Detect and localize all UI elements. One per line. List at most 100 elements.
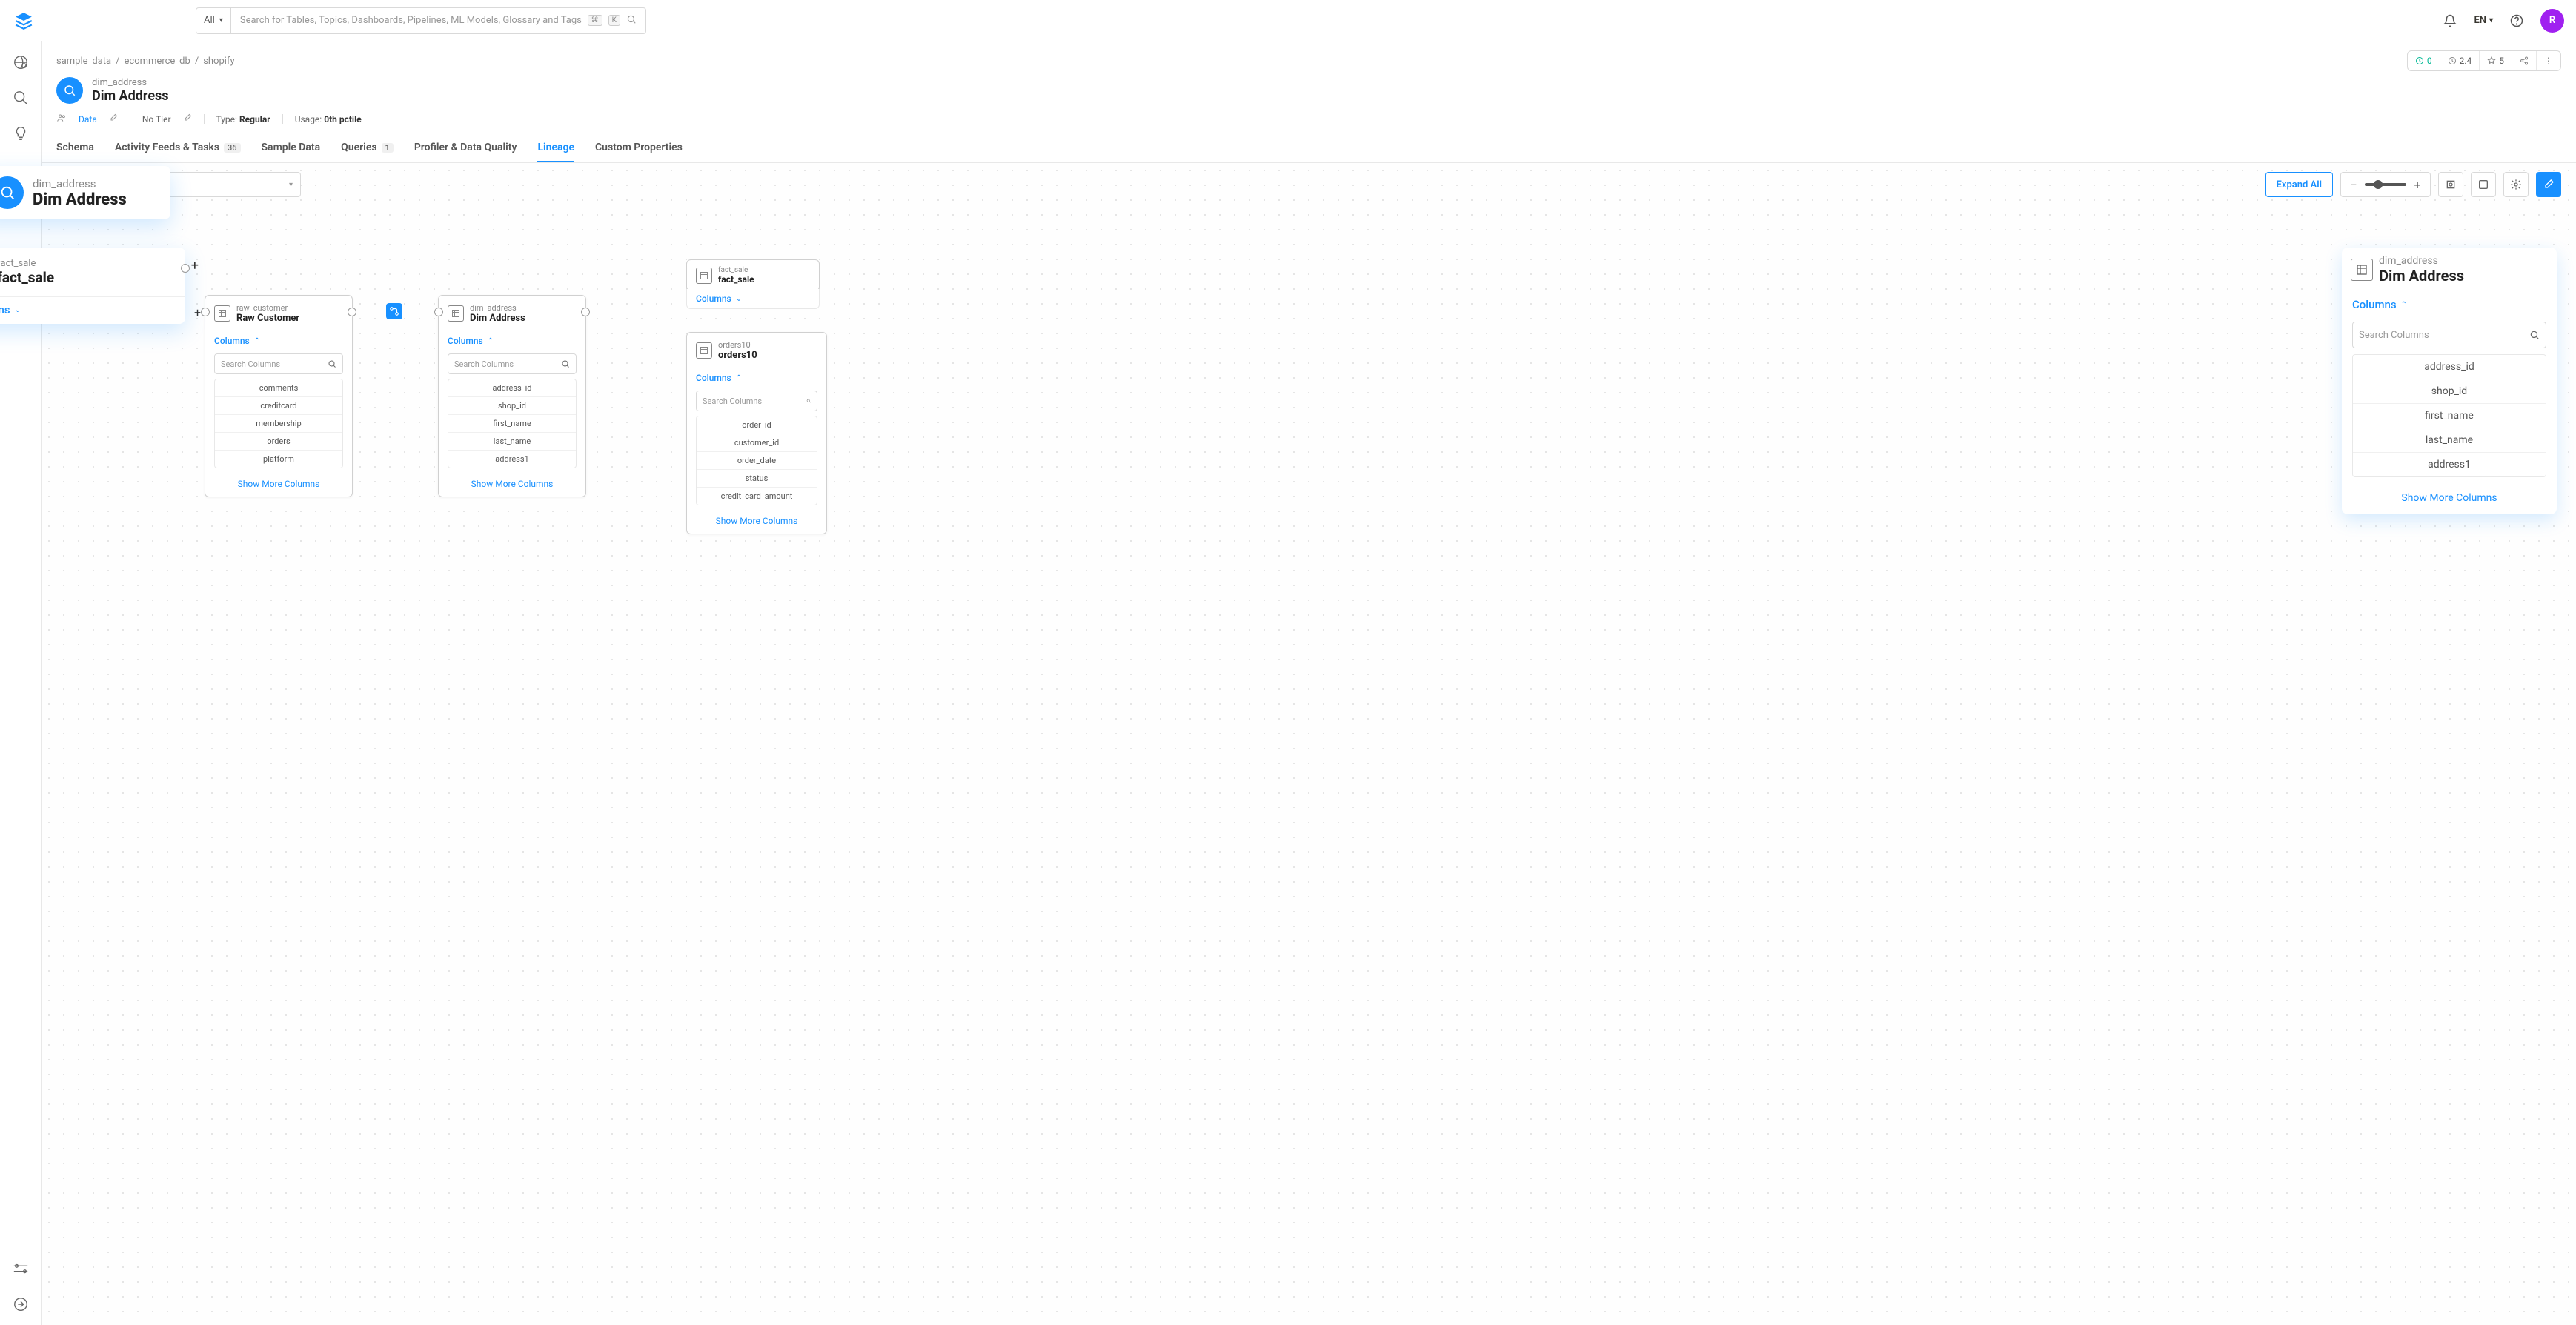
- input-port[interactable]: [434, 308, 443, 316]
- columns-toggle[interactable]: Columns ⌃: [2342, 292, 2557, 319]
- column-item[interactable]: last_name: [448, 433, 576, 451]
- stat-time[interactable]: 2.4: [2440, 51, 2480, 70]
- tab-activity[interactable]: Activity Feeds & Tasks36: [115, 134, 241, 162]
- column-item[interactable]: status: [697, 470, 817, 488]
- expand-all-button[interactable]: Expand All: [2265, 172, 2333, 197]
- column-item[interactable]: order_date: [697, 452, 817, 470]
- breadcrumb-item[interactable]: ecommerce_db: [125, 56, 190, 67]
- sidebar-explore-icon[interactable]: [12, 53, 30, 71]
- search-input[interactable]: [240, 15, 582, 26]
- settings-button[interactable]: [2503, 172, 2529, 197]
- show-more-columns[interactable]: Show More Columns: [205, 474, 352, 497]
- input-port[interactable]: [201, 308, 210, 316]
- node-orders10[interactable]: orders10 orders10 Columns ⌃ order_id cus…: [686, 332, 827, 534]
- show-more-columns[interactable]: Show More Columns: [687, 511, 826, 534]
- popup-dim-address-title: dim_address Dim Address: [0, 166, 170, 219]
- lineage-canvas[interactable]: ▾ Expand All − +: [42, 163, 2576, 1325]
- columns-toggle[interactable]: Columns ⌄: [0, 296, 185, 324]
- breadcrumb-item[interactable]: sample_data: [56, 56, 111, 67]
- sidebar-logout-icon[interactable]: [12, 1295, 30, 1313]
- sidebar-settings-icon[interactable]: [12, 1260, 30, 1278]
- table-icon: [696, 268, 712, 284]
- column-item[interactable]: first_name: [2353, 404, 2546, 428]
- column-search[interactable]: [214, 353, 343, 374]
- stat-queries[interactable]: 0: [2408, 51, 2440, 70]
- column-search[interactable]: [2352, 322, 2546, 348]
- share-icon[interactable]: [2512, 51, 2537, 70]
- column-item[interactable]: orders: [215, 433, 342, 451]
- zoom-slider[interactable]: [2365, 183, 2406, 186]
- table-icon: [696, 342, 712, 359]
- columns-toggle[interactable]: Columns ⌃: [687, 368, 826, 388]
- sidebar-insights-icon[interactable]: [12, 124, 30, 142]
- tab-profiler[interactable]: Profiler & Data Quality: [414, 134, 517, 162]
- user-avatar[interactable]: R: [2540, 9, 2564, 33]
- column-item[interactable]: customer_id: [697, 434, 817, 452]
- fit-view-button[interactable]: [2471, 172, 2496, 197]
- show-more-columns[interactable]: Show More Columns: [439, 474, 585, 497]
- fullscreen-button[interactable]: [2438, 172, 2463, 197]
- column-item[interactable]: address_id: [448, 379, 576, 397]
- column-item[interactable]: comments: [215, 379, 342, 397]
- stat-star[interactable]: 5: [2480, 51, 2512, 70]
- edit-icon[interactable]: [109, 113, 118, 124]
- topbar: All ▾ ⌘ K EN ▾ R: [0, 0, 2576, 41]
- tab-lineage[interactable]: Lineage: [537, 134, 574, 162]
- column-item[interactable]: credit_card_amount: [697, 488, 817, 505]
- add-downstream-icon[interactable]: +: [191, 258, 199, 273]
- node-fact-sale[interactable]: fact_sale fact_sale: [686, 259, 820, 291]
- node-name: dim_address: [470, 303, 525, 313]
- output-port[interactable]: [181, 264, 190, 273]
- add-upstream-icon[interactable]: +: [194, 305, 201, 319]
- edit-icon[interactable]: [183, 113, 192, 124]
- notifications-icon[interactable]: [2438, 9, 2462, 33]
- show-more-columns[interactable]: Show More Columns: [2342, 485, 2557, 514]
- edit-lineage-button[interactable]: [2536, 172, 2561, 197]
- popup-fact-sale[interactable]: + fact_sale fact_sale Columns ⌄: [0, 248, 185, 324]
- kbd-cmd: ⌘: [588, 15, 602, 26]
- tab-schema[interactable]: Schema: [56, 134, 94, 162]
- more-icon[interactable]: ⋮: [2537, 51, 2560, 70]
- column-search[interactable]: [448, 353, 577, 374]
- column-item[interactable]: last_name: [2353, 428, 2546, 453]
- panel-dim-address[interactable]: dim_address Dim Address Columns ⌃ addres…: [2342, 248, 2557, 514]
- column-item[interactable]: address1: [2353, 453, 2546, 476]
- zoom-out-button[interactable]: −: [2347, 178, 2360, 191]
- column-search[interactable]: [696, 391, 817, 411]
- help-icon[interactable]: [2505, 9, 2529, 33]
- pipeline-icon[interactable]: [386, 303, 402, 319]
- output-port[interactable]: [581, 308, 590, 316]
- language-selector[interactable]: EN ▾: [2474, 15, 2493, 26]
- column-item[interactable]: shop_id: [448, 397, 576, 415]
- output-port[interactable]: [348, 308, 356, 316]
- columns-toggle[interactable]: Columns ⌃: [439, 331, 585, 351]
- tab-custom-properties[interactable]: Custom Properties: [595, 134, 683, 162]
- search-scope-dropdown[interactable]: All ▾: [196, 7, 231, 34]
- tabs: Schema Activity Feeds & Tasks36 Sample D…: [42, 134, 2576, 163]
- tab-sample-data[interactable]: Sample Data: [262, 134, 321, 162]
- column-item[interactable]: first_name: [448, 415, 576, 433]
- column-item[interactable]: address_id: [2353, 355, 2546, 379]
- team-link[interactable]: Data: [79, 114, 97, 124]
- column-item[interactable]: order_id: [697, 416, 817, 434]
- entity-name: dim_address: [92, 77, 169, 88]
- breadcrumb[interactable]: sample_data/ecommerce_db/shopify: [56, 56, 235, 67]
- node-raw-customer[interactable]: raw_customer Raw Customer Columns ⌃ comm…: [205, 295, 353, 497]
- chevron-up-icon: ⌃: [254, 337, 260, 345]
- column-item[interactable]: shop_id: [2353, 379, 2546, 404]
- zoom-in-button[interactable]: +: [2411, 178, 2424, 191]
- node-dim-address[interactable]: dim_address Dim Address Columns ⌃ addres…: [438, 295, 586, 497]
- column-item[interactable]: address1: [448, 451, 576, 468]
- column-item[interactable]: membership: [215, 415, 342, 433]
- columns-toggle[interactable]: Columns ⌄: [686, 289, 820, 309]
- search-icon: [561, 359, 570, 368]
- sidebar-search-icon[interactable]: [12, 89, 30, 107]
- tab-queries[interactable]: Queries1: [341, 134, 394, 162]
- column-item[interactable]: platform: [215, 451, 342, 468]
- app-logo[interactable]: [12, 9, 36, 33]
- breadcrumb-item[interactable]: shopify: [203, 56, 234, 67]
- popup-display: Dim Address: [33, 190, 127, 209]
- search-input-wrapper[interactable]: ⌘ K: [231, 7, 646, 34]
- column-item[interactable]: creditcard: [215, 397, 342, 415]
- columns-toggle[interactable]: Columns ⌃: [205, 331, 352, 351]
